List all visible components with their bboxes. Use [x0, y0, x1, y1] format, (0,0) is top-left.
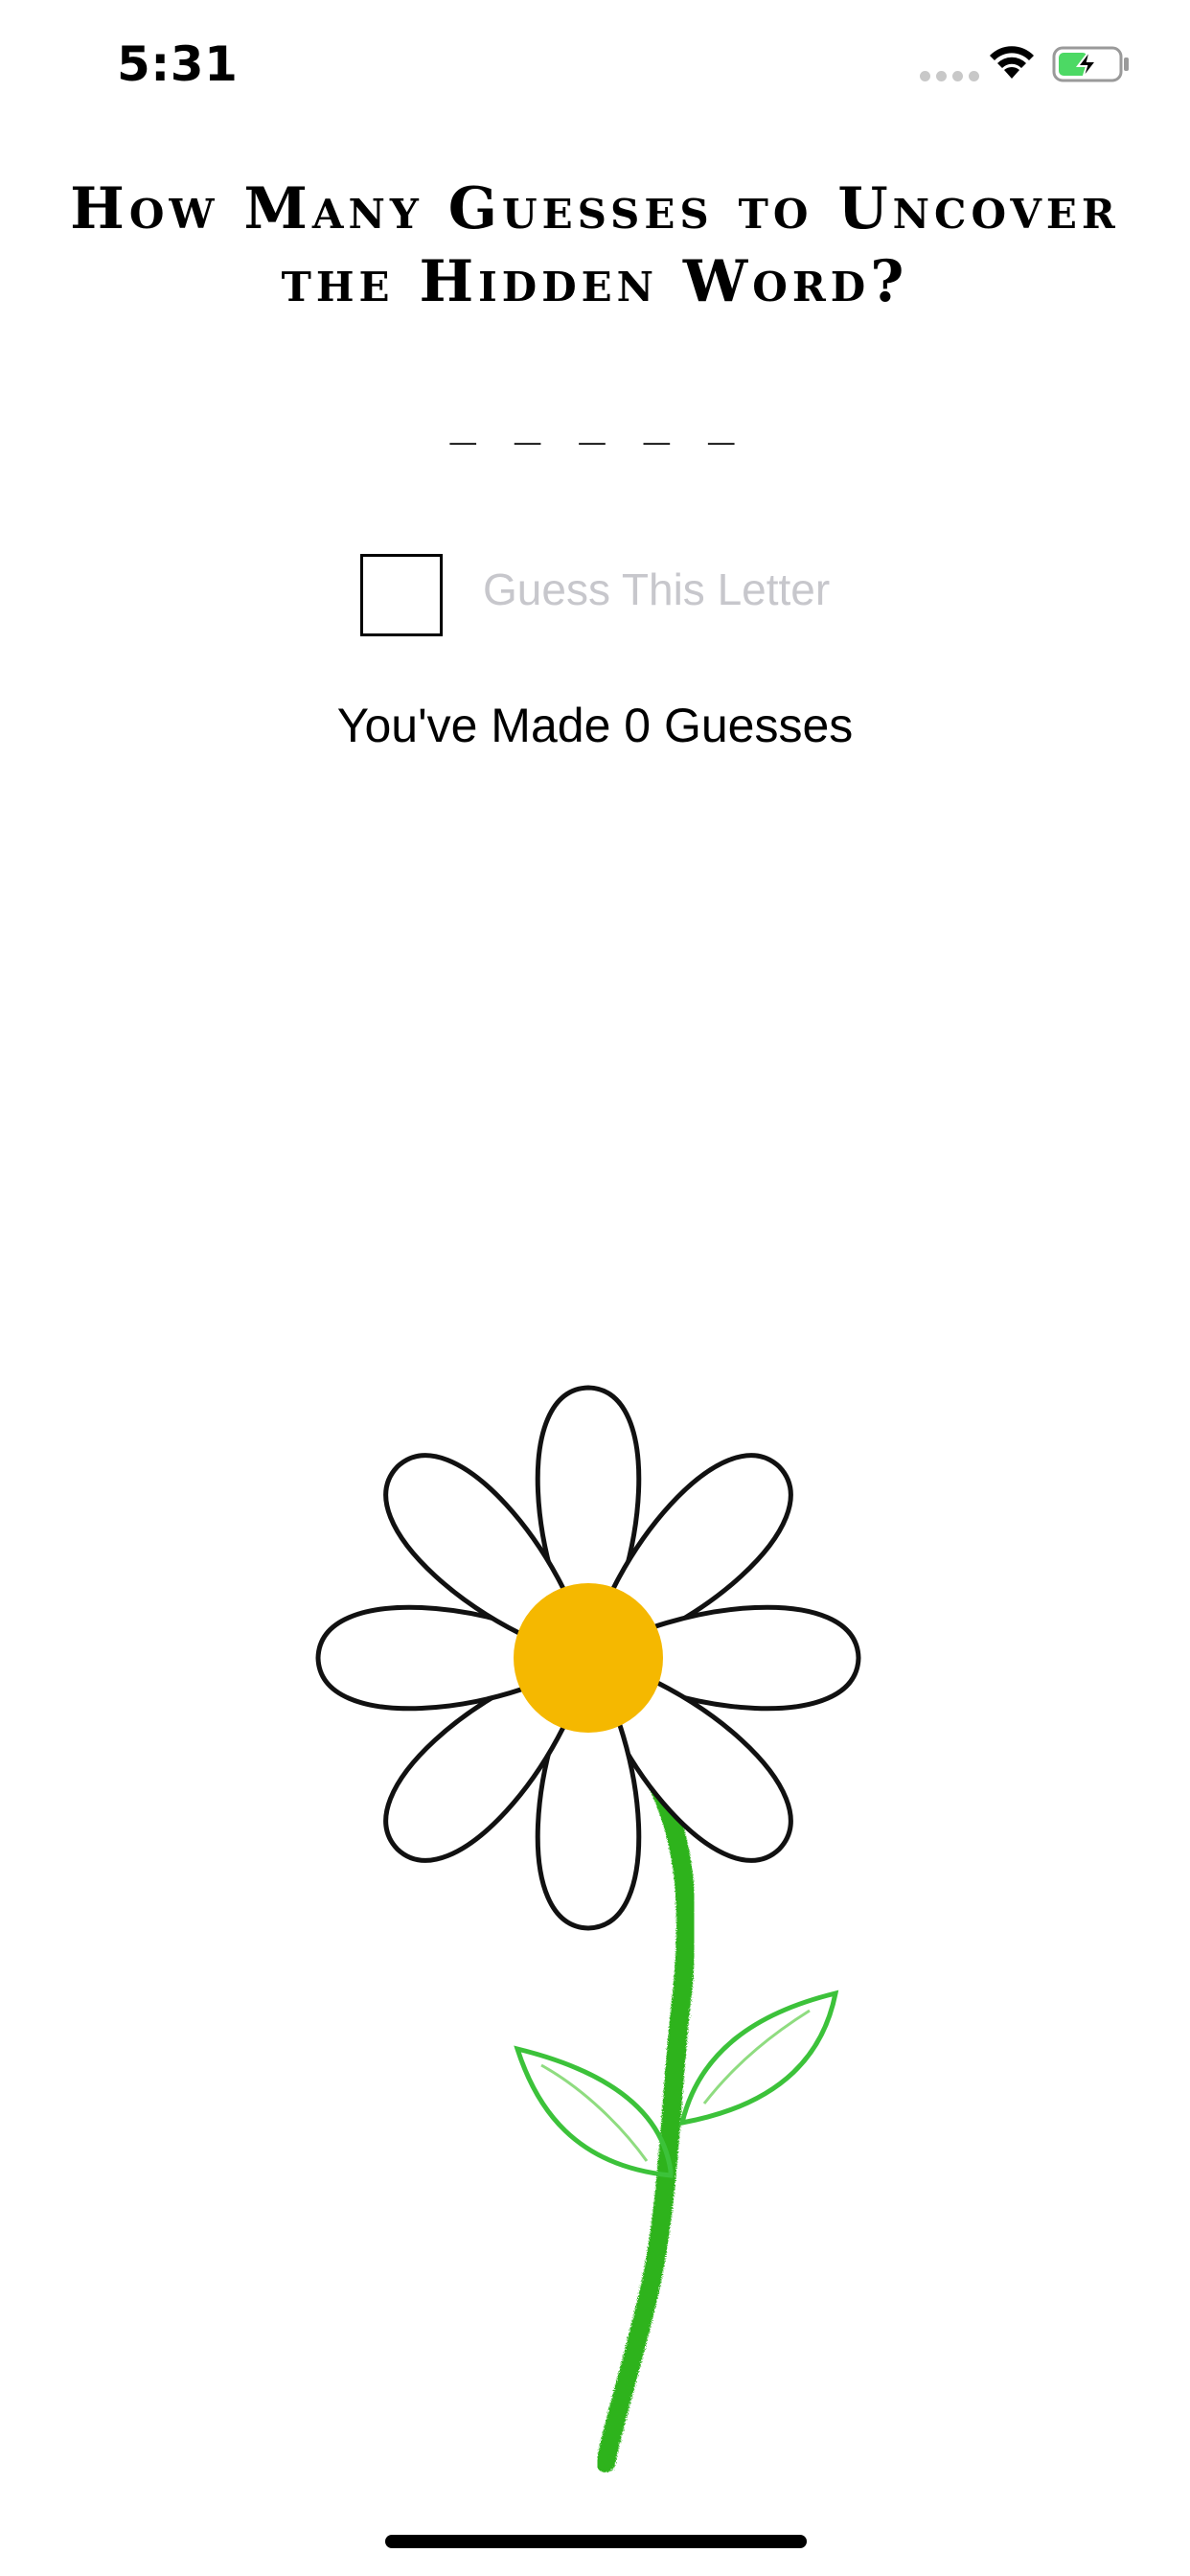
letter-input[interactable] — [360, 554, 443, 636]
right-leaf — [678, 1990, 839, 2127]
home-indicator[interactable] — [385, 2535, 807, 2548]
status-bar: 5:31 — [0, 0, 1190, 126]
flower-center — [514, 1583, 663, 1733]
hidden-word: _ _ _ _ _ — [449, 393, 741, 445]
signal-icon — [920, 71, 979, 81]
battery-charging-icon — [1052, 46, 1129, 82]
status-time: 5:31 — [117, 36, 239, 92]
page-title: How Many Guesses to Uncover the Hidden W… — [70, 175, 1120, 315]
left-leaf — [514, 2045, 674, 2178]
guess-letter-button[interactable]: Guess This Letter — [483, 564, 830, 615]
flower-illustration — [315, 1385, 861, 2472]
wifi-icon — [990, 46, 1034, 79]
guess-count-label: You've Made 0 Guesses — [336, 699, 854, 752]
